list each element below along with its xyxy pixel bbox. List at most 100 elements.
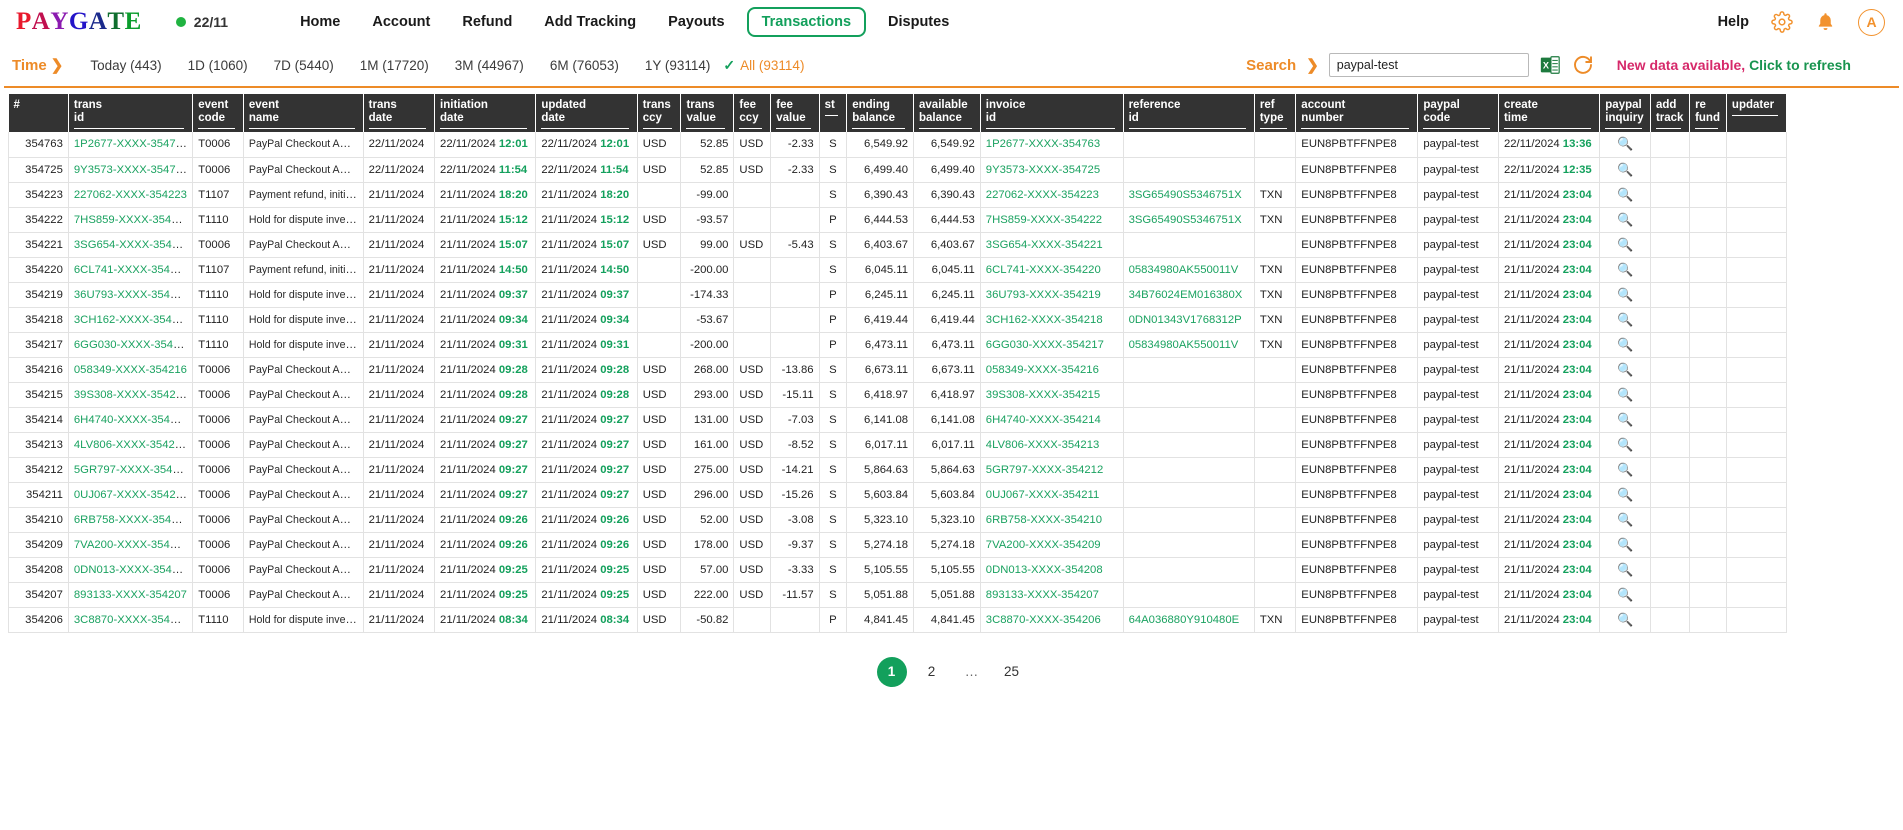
chevron-right-icon[interactable]: ❯	[51, 56, 64, 74]
cell-invoice-id[interactable]: 6CL741-XXXX-354220	[980, 257, 1124, 283]
invoice-id-link[interactable]: 6H4740-XXXX-354214	[986, 414, 1101, 426]
trans-id-link[interactable]: 3SG654-XXXX-354221	[74, 239, 191, 251]
trans-id-link[interactable]: 893133-XXXX-354207	[74, 589, 187, 601]
invoice-id-link[interactable]: 0UJ067-XXXX-354211	[986, 489, 1099, 501]
trans-id-link[interactable]: 5GR797-XXXX-354212	[74, 464, 191, 476]
cell-paypal-inquiry[interactable]: 🔍	[1599, 432, 1651, 458]
column-header-trans-value[interactable]: trans value	[680, 94, 735, 132]
trans-id-link[interactable]: 6RB758-XXXX-354210	[74, 514, 190, 526]
magnifier-icon[interactable]: 🔍	[1617, 562, 1633, 577]
gear-icon[interactable]	[1771, 11, 1793, 33]
column-filter-input[interactable]	[248, 127, 355, 129]
cell-paypal-inquiry[interactable]: 🔍	[1599, 382, 1651, 408]
column-filter-input[interactable]	[1655, 127, 1682, 129]
cell-invoice-id[interactable]: 3C8870-XXXX-354206	[980, 607, 1124, 633]
cell-paypal-inquiry[interactable]: 🔍	[1599, 257, 1651, 283]
invoice-id-link[interactable]: 227062-XXXX-354223	[986, 189, 1099, 201]
magnifier-icon[interactable]: 🔍	[1617, 162, 1633, 177]
column-header-invoice-id[interactable]: invoice id	[980, 94, 1124, 132]
magnifier-icon[interactable]: 🔍	[1617, 362, 1633, 377]
trans-id-link[interactable]: 0DN013-XXXX-354208	[74, 564, 191, 576]
column-header-available-balance[interactable]: available balance	[913, 94, 981, 132]
chevron-right-icon[interactable]: ❯	[1306, 56, 1319, 74]
cell-trans-id[interactable]: 5GR797-XXXX-354212	[68, 457, 194, 483]
trans-id-link[interactable]: 7VA200-XXXX-354209	[74, 539, 189, 551]
cell-paypal-inquiry[interactable]: 🔍	[1599, 182, 1651, 208]
reference-id-link[interactable]: 0DN01343V1768312P	[1129, 314, 1242, 326]
column-filter-input[interactable]	[642, 127, 673, 129]
column-filter-input[interactable]	[686, 127, 726, 129]
magnifier-icon[interactable]: 🔍	[1617, 262, 1633, 277]
cell-paypal-inquiry[interactable]: 🔍	[1599, 607, 1651, 633]
table-row[interactable]: 354215 39S308-XXXX-354215 T0006 PayPal Chec…	[8, 382, 1788, 408]
column-header-fee-ccy[interactable]: fee ccy	[733, 94, 772, 132]
cell-invoice-id[interactable]: 4LV806-XXXX-354213	[980, 432, 1124, 458]
column-filter-input[interactable]	[985, 127, 1115, 129]
magnifier-icon[interactable]: 🔍	[1617, 136, 1633, 151]
invoice-id-link[interactable]: 9Y3573-XXXX-354725	[986, 164, 1100, 176]
column-header-[interactable]: #	[8, 94, 69, 132]
avatar[interactable]: A	[1858, 8, 1885, 36]
transactions-table-container[interactable]: # trans id event code event name trans date initi…	[8, 94, 1895, 633]
cell-paypal-inquiry[interactable]: 🔍	[1599, 282, 1651, 308]
cell-invoice-id[interactable]: 0DN013-XXXX-354208	[980, 557, 1124, 583]
table-row[interactable]: 354219 36U793-XXXX-354219 T1110 Hold for di…	[8, 282, 1788, 308]
time-filter-1y[interactable]: 1Y (93114)	[632, 56, 724, 75]
magnifier-icon[interactable]: 🔍	[1617, 312, 1633, 327]
table-row[interactable]: 354211 0UJ067-XXXX-354211 T0006 PayPal Chec…	[8, 482, 1788, 508]
nav-item-disputes[interactable]: Disputes	[872, 8, 965, 36]
column-filter-input[interactable]	[73, 127, 185, 129]
help-link[interactable]: Help	[1718, 14, 1749, 30]
time-filter-3m[interactable]: 3M (44967)	[442, 56, 537, 75]
trans-id-link[interactable]: 6GG030-XXXX-354217	[74, 339, 192, 351]
cell-invoice-id[interactable]: 1P2677-XXXX-354763	[980, 132, 1124, 158]
cell-invoice-id[interactable]: 227062-XXXX-354223	[980, 182, 1124, 208]
cell-reference-id[interactable]: 05834980AK550011V	[1123, 257, 1255, 283]
column-filter-input[interactable]	[440, 127, 528, 129]
time-filter-today[interactable]: Today (443)	[77, 56, 174, 75]
nav-item-transactions[interactable]: Transactions	[746, 7, 867, 37]
time-filter-1m[interactable]: 1M (17720)	[347, 56, 442, 75]
column-filter-input[interactable]	[1301, 127, 1410, 129]
cell-trans-id[interactable]: 3CH162-XXXX-354218	[68, 307, 194, 333]
column-header-trans-id[interactable]: trans id	[68, 94, 194, 132]
column-filter-input[interactable]	[739, 127, 763, 129]
column-filter-input[interactable]	[198, 127, 235, 129]
cell-invoice-id[interactable]: 893133-XXXX-354207	[980, 582, 1124, 608]
cell-trans-id[interactable]: 9Y3573-XXXX-354725	[68, 157, 194, 183]
page-button-1[interactable]: 1	[876, 656, 907, 687]
nav-item-home[interactable]: Home	[284, 8, 356, 36]
reference-id-link[interactable]: 64A036880Y910480E	[1129, 614, 1240, 626]
cell-reference-id[interactable]: 64A036880Y910480E	[1123, 607, 1255, 633]
cell-paypal-inquiry[interactable]: 🔍	[1599, 557, 1651, 583]
invoice-id-link[interactable]: 6GG030-XXXX-354217	[986, 339, 1104, 351]
magnifier-icon[interactable]: 🔍	[1617, 437, 1633, 452]
reference-id-link[interactable]: 3SG65490S5346751X	[1129, 189, 1242, 201]
table-row[interactable]: 354222 7HS859-XXXX-354222 T1110 Hold for di…	[8, 207, 1788, 233]
trans-id-link[interactable]: 9Y3573-XXXX-354725	[74, 164, 188, 176]
magnifier-icon[interactable]: 🔍	[1617, 462, 1633, 477]
cell-trans-id[interactable]: 6CL741-XXXX-354220	[68, 257, 194, 283]
nav-item-account[interactable]: Account	[356, 8, 446, 36]
trans-id-link[interactable]: 3C8870-XXXX-354206	[74, 614, 189, 626]
trans-id-link[interactable]: 058349-XXXX-354216	[74, 364, 187, 376]
nav-item-payouts[interactable]: Payouts	[652, 8, 740, 36]
cell-invoice-id[interactable]: 36U793-XXXX-354219	[980, 282, 1124, 308]
column-header-st[interactable]: st	[819, 94, 848, 132]
cell-trans-id[interactable]: 6H4740-XXXX-354214	[68, 407, 194, 433]
invoice-id-link[interactable]: 7VA200-XXXX-354209	[986, 539, 1101, 551]
column-filter-input[interactable]	[1128, 127, 1246, 129]
cell-reference-id[interactable]: 3SG65490S5346751X	[1123, 207, 1255, 233]
invoice-id-link[interactable]: 3SG654-XXXX-354221	[986, 239, 1103, 251]
cell-trans-id[interactable]: 0UJ067-XXXX-354211	[68, 482, 194, 508]
magnifier-icon[interactable]: 🔍	[1617, 587, 1633, 602]
cell-trans-id[interactable]: 1P2677-XXXX-354763	[68, 132, 194, 158]
cell-paypal-inquiry[interactable]: 🔍	[1599, 332, 1651, 358]
invoice-id-link[interactable]: 7HS859-XXXX-354222	[986, 214, 1102, 226]
column-header-updater[interactable]: updater	[1726, 94, 1788, 132]
cell-invoice-id[interactable]: 0UJ067-XXXX-354211	[980, 482, 1124, 508]
column-header-updated-date[interactable]: updated date	[535, 94, 638, 132]
reference-id-link[interactable]: 3SG65490S5346751X	[1129, 214, 1242, 226]
magnifier-icon[interactable]: 🔍	[1617, 512, 1633, 527]
cell-paypal-inquiry[interactable]: 🔍	[1599, 307, 1651, 333]
